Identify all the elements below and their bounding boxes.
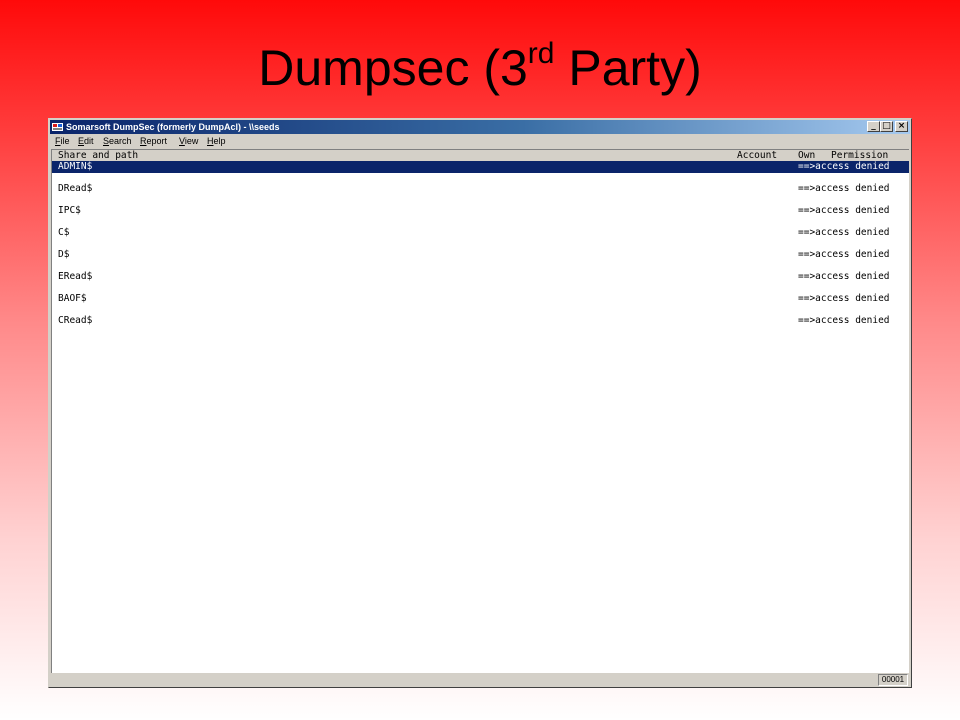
- permission-value: ==>access denied: [798, 271, 890, 282]
- menu-file-label: ile: [60, 136, 70, 146]
- table-row[interactable]: D$ ==>access denied: [52, 249, 909, 261]
- status-count: 00001: [878, 674, 908, 686]
- permission-value: ==>access denied: [798, 293, 890, 304]
- dumpsec-window: Somarsoft DumpSec (formerly DumpAcl) - \…: [48, 118, 912, 688]
- status-bar: 00001: [50, 674, 910, 686]
- menu-edit[interactable]: Edit: [78, 134, 94, 148]
- menu-bar: File Edit Search Report View Help: [50, 134, 910, 148]
- slide-title-main: Dumpsec (3: [258, 40, 528, 96]
- close-button[interactable]: ×: [895, 121, 908, 132]
- menu-view-label: iew: [184, 136, 199, 146]
- menu-search-label: earch: [109, 136, 132, 146]
- window-title: Somarsoft DumpSec (formerly DumpAcl) - \…: [66, 122, 280, 132]
- column-share-and-path[interactable]: Share and path: [58, 150, 138, 161]
- maximize-button[interactable]: □: [880, 121, 893, 132]
- menu-edit-label: dit: [84, 136, 94, 146]
- app-icon[interactable]: [52, 122, 64, 132]
- menu-report-label: eport: [146, 136, 168, 146]
- permission-value: ==>access denied: [798, 161, 890, 172]
- menu-help-label: elp: [213, 136, 226, 146]
- permission-value: ==>access denied: [798, 227, 890, 238]
- report-list[interactable]: Share and path Account Own Permission AD…: [51, 149, 909, 673]
- minimize-button[interactable]: _: [867, 121, 880, 132]
- slide-title: Dumpsec (3rd Party): [0, 38, 960, 98]
- menu-report[interactable]: Report: [140, 134, 167, 148]
- slide-title-end: Party): [554, 40, 702, 96]
- column-account[interactable]: Account: [737, 150, 777, 161]
- table-row[interactable]: C$ ==>access denied: [52, 227, 909, 239]
- window-titlebar[interactable]: Somarsoft DumpSec (formerly DumpAcl) - \…: [50, 120, 910, 134]
- share-name: IPC$: [58, 205, 81, 216]
- share-name: D$: [58, 249, 70, 260]
- table-row[interactable]: ADMIN$ ==>access denied: [52, 161, 909, 173]
- share-name: DRead$: [58, 183, 93, 194]
- permission-value: ==>access denied: [798, 183, 890, 194]
- menu-view[interactable]: View: [179, 134, 198, 148]
- menu-file[interactable]: File: [55, 134, 70, 148]
- table-row[interactable]: ERead$ ==>access denied: [52, 271, 909, 283]
- share-name: C$: [58, 227, 70, 238]
- column-permission[interactable]: Permission: [831, 150, 888, 161]
- share-name: ERead$: [58, 271, 93, 282]
- table-row[interactable]: IPC$ ==>access denied: [52, 205, 909, 217]
- table-row[interactable]: DRead$ ==>access denied: [52, 183, 909, 195]
- permission-value: ==>access denied: [798, 249, 890, 260]
- share-name: ADMIN$: [58, 161, 93, 172]
- column-own[interactable]: Own: [798, 150, 815, 161]
- permission-value: ==>access denied: [798, 315, 890, 326]
- menu-help[interactable]: Help: [207, 134, 226, 148]
- menu-search[interactable]: Search: [103, 134, 132, 148]
- share-name: CRead$: [58, 315, 93, 326]
- table-row[interactable]: BAOF$ ==>access denied: [52, 293, 909, 305]
- slide-title-superscript: rd: [527, 37, 555, 70]
- table-row[interactable]: CRead$ ==>access denied: [52, 315, 909, 327]
- share-name: BAOF$: [58, 293, 87, 304]
- permission-value: ==>access denied: [798, 205, 890, 216]
